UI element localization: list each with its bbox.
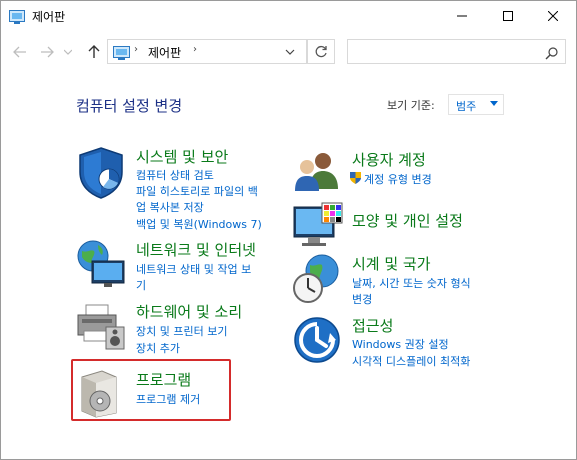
title-bar: 제어판	[1, 1, 576, 31]
clock-globe-icon[interactable]	[292, 253, 342, 303]
control-panel-icon	[113, 45, 130, 60]
back-arrow-icon[interactable]	[10, 42, 30, 62]
page-heading: 컴퓨터 설정 변경	[76, 97, 183, 115]
recent-chevron-icon[interactable]	[61, 42, 75, 62]
link-file-history-cont[interactable]: 업 복사본 저장	[136, 199, 204, 215]
address-bar[interactable]: › 제어판 ›	[107, 39, 307, 64]
category-title-clock-region[interactable]: 시계 및 국가	[352, 253, 431, 274]
uac-shield-icon	[350, 172, 361, 187]
category-system-security: 시스템 및 보안 컴퓨터 상태 검토 파일 히스토리로 파일의 백 업 복사본 …	[76, 146, 286, 236]
users-icon[interactable]	[292, 149, 342, 199]
view-by-label: 보기 기준:	[387, 99, 435, 112]
link-optimize-display[interactable]: 시각적 디스플레이 최적화	[352, 353, 470, 369]
highlight-box	[71, 359, 231, 421]
link-review-status[interactable]: 컴퓨터 상태 검토	[136, 167, 214, 183]
maximize-button[interactable]	[485, 1, 531, 31]
window-title: 제어판	[32, 10, 66, 24]
category-title-user-accounts[interactable]: 사용자 계정	[352, 149, 426, 170]
ease-of-access-icon[interactable]	[292, 315, 342, 365]
category-appearance: 모양 및 개인 설정	[292, 201, 522, 251]
minimize-button[interactable]	[439, 1, 485, 31]
link-add-device[interactable]: 장치 추가	[136, 340, 180, 356]
control-panel-window: 제어판 › 제어판 › 컴퓨터 설정 변경 보기 기준: 범주 시스템 및 보안…	[0, 0, 577, 460]
address-dropdown-icon[interactable]	[282, 44, 298, 60]
refresh-icon	[315, 45, 327, 57]
link-change-account-type[interactable]: 계정 유형 변경	[364, 171, 432, 187]
link-backup-restore[interactable]: 백업 및 복원(Windows 7)	[136, 216, 262, 232]
up-arrow-icon[interactable]	[84, 42, 104, 62]
printer-icon[interactable]	[76, 301, 126, 351]
control-panel-icon	[9, 9, 25, 24]
view-by-value: 범주	[456, 100, 477, 113]
link-file-history[interactable]: 파일 히스토리로 파일의 백	[136, 183, 258, 199]
link-date-time-format[interactable]: 날짜, 시간 또는 숫자 형식	[352, 275, 471, 291]
category-network-internet: 네트워크 및 인터넷 네트워크 상태 및 작업 보 기	[76, 239, 286, 292]
link-recommended-settings[interactable]: Windows 권장 설정	[352, 336, 449, 352]
link-date-time-format-cont[interactable]: 변경	[352, 291, 372, 307]
breadcrumb-control-panel[interactable]: 제어판	[148, 44, 181, 61]
dropdown-arrow-icon	[490, 101, 498, 106]
category-hardware-sound: 하드웨어 및 소리 장치 및 프린터 보기 장치 추가	[76, 301, 286, 355]
link-devices-printers[interactable]: 장치 및 프린터 보기	[136, 323, 227, 339]
forward-arrow-icon[interactable]	[37, 42, 57, 62]
close-button[interactable]	[530, 1, 576, 31]
category-title-system-security[interactable]: 시스템 및 보안	[136, 146, 228, 167]
link-network-status[interactable]: 네트워크 상태 및 작업 보	[136, 261, 251, 277]
network-globe-icon[interactable]	[76, 239, 126, 289]
navigation-bar: › 제어판 ›	[1, 31, 576, 73]
search-input[interactable]	[347, 39, 566, 64]
category-title-appearance[interactable]: 모양 및 개인 설정	[352, 210, 463, 231]
link-network-status-cont[interactable]: 기	[136, 277, 146, 293]
category-clock-region: 시계 및 국가 날짜, 시간 또는 숫자 형식 변경	[292, 253, 522, 308]
shield-icon[interactable]	[76, 146, 126, 199]
category-ease-of-access: 접근성 Windows 권장 설정 시각적 디스플레이 최적화	[292, 315, 522, 370]
search-icon[interactable]	[545, 45, 559, 60]
refresh-button[interactable]	[307, 39, 335, 64]
breadcrumb-chevron-icon[interactable]: ›	[193, 44, 197, 55]
breadcrumb-chevron-icon[interactable]: ›	[134, 44, 138, 55]
category-user-accounts: 사용자 계정 계정 유형 변경	[292, 149, 522, 194]
category-title-ease-of-access[interactable]: 접근성	[352, 315, 393, 336]
category-title-network-internet[interactable]: 네트워크 및 인터넷	[136, 239, 256, 260]
view-by-dropdown[interactable]: 범주	[448, 94, 504, 115]
monitor-palette-icon[interactable]	[292, 201, 343, 251]
category-title-hardware-sound[interactable]: 하드웨어 및 소리	[136, 301, 242, 322]
